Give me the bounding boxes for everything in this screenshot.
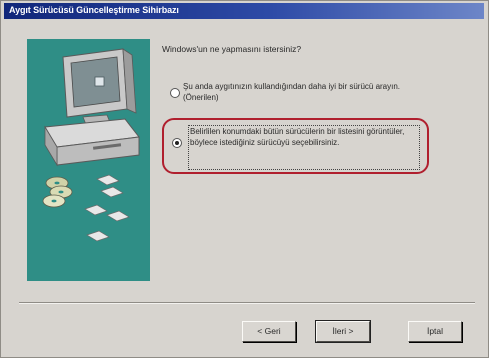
window-title: Aygıt Sürücüsü Güncelleştirme Sihirbazı [9, 5, 179, 15]
next-button[interactable]: İleri > [315, 320, 371, 343]
option-list-label: Belirlilen konumdaki bütün sürücülerin b… [190, 127, 405, 147]
cd-disc-icon [42, 176, 73, 208]
option-list[interactable]: Belirlilen konumdaki bütün sürücülerin b… [190, 126, 416, 148]
back-button[interactable]: < Geri [242, 321, 296, 342]
title-bar[interactable]: Aygıt Sürücüsü Güncelleştirme Sihirbazı [4, 3, 484, 19]
option-search-label: Şu anda aygıtınızın kullandığından daha … [183, 82, 401, 102]
option-search[interactable]: Şu anda aygıtınızın kullandığından daha … [183, 81, 421, 103]
button-separator [19, 302, 475, 304]
wizard-illustration [27, 39, 150, 281]
option-list-radio[interactable] [172, 138, 182, 148]
illustration-art [42, 48, 140, 242]
computer-icon [44, 48, 140, 167]
wizard-window: Aygıt Sürücüsü Güncelleştirme Sihirbazı [0, 0, 489, 358]
cancel-button[interactable]: İptal [408, 321, 462, 342]
floppy-disk-icon [84, 174, 130, 242]
prompt-question: Windows'un ne yapmasını istersiniz? [162, 44, 302, 54]
option-search-radio[interactable] [170, 88, 180, 98]
